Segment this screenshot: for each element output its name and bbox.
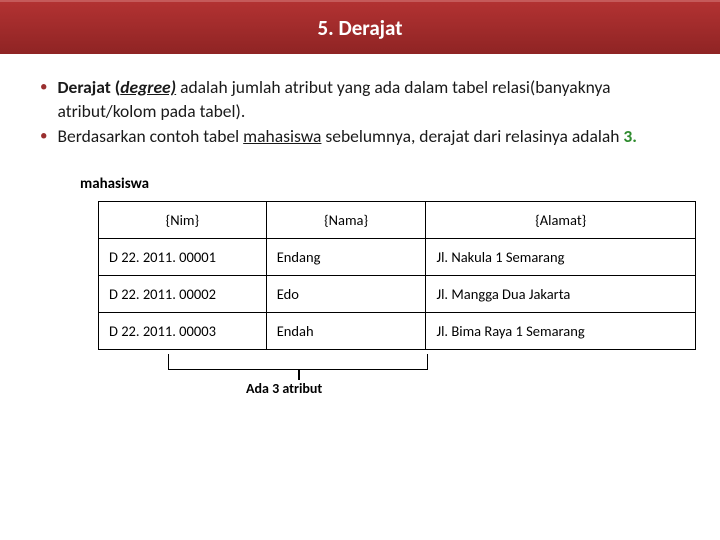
cell-alamat: Jl. Nakula 1 Semarang	[426, 238, 696, 275]
mahasiswa-table: {Nim} {Nama} {Alamat} D 22. 2011. 00001 …	[98, 201, 696, 350]
bullet-2: • Berdasarkan contoh tabel mahasiswa seb…	[36, 125, 684, 149]
bullet-2-value: 3.	[623, 125, 637, 147]
bullet-1: • Derajat (degree) adalah jumlah atribut…	[36, 76, 684, 123]
table-row: D 22. 2011. 00002 Edo Jl. Mangga Dua Jak…	[99, 275, 696, 312]
bullet-1-italic: degree)	[120, 76, 176, 98]
bracket-stem	[298, 370, 300, 380]
cell-nama: Endang	[266, 238, 426, 275]
bracket-shape	[168, 354, 428, 370]
table-row: D 22. 2011. 00001 Endang Jl. Nakula 1 Se…	[99, 238, 696, 275]
bullet-dot-icon: •	[40, 76, 47, 123]
bullet-1-bold: Derajat (	[57, 76, 120, 98]
cell-alamat: Jl. Bima Raya 1 Semarang	[426, 312, 696, 349]
bullet-2-pre: Berdasarkan contoh tabel	[57, 125, 243, 147]
slide-title: 5. Derajat	[318, 15, 403, 41]
bullet-dot-icon: •	[40, 125, 47, 149]
col-header-nim: {Nim}	[99, 201, 267, 238]
slide-header: 5. Derajat	[0, 0, 720, 54]
cell-nama: Endah	[266, 312, 426, 349]
table-header-row: {Nim} {Nama} {Alamat}	[99, 201, 696, 238]
table-row: D 22. 2011. 00003 Endah Jl. Bima Raya 1 …	[99, 312, 696, 349]
cell-nim: D 22. 2011. 00002	[99, 275, 267, 312]
bullet-2-text: Berdasarkan contoh tabel mahasiswa sebel…	[57, 125, 636, 149]
table-label: mahasiswa	[80, 175, 684, 193]
cell-nim: D 22. 2011. 00003	[99, 312, 267, 349]
bullet-list: • Derajat (degree) adalah jumlah atribut…	[36, 76, 684, 149]
cell-alamat: Jl. Mangga Dua Jakarta	[426, 275, 696, 312]
slide-content: • Derajat (degree) adalah jumlah atribut…	[0, 54, 720, 400]
col-header-alamat: {Alamat}	[426, 201, 696, 238]
bullet-1-text: Derajat (degree) adalah jumlah atribut y…	[57, 76, 684, 123]
bullet-2-under: mahasiswa	[243, 125, 321, 147]
bracket-label: Ada 3 atribut	[246, 380, 322, 397]
bullet-2-mid: sebelumnya, derajat dari relasinya adala…	[321, 125, 623, 147]
bracket-annotation: Ada 3 atribut	[98, 350, 696, 400]
cell-nim: D 22. 2011. 00001	[99, 238, 267, 275]
cell-nama: Edo	[266, 275, 426, 312]
col-header-nama: {Nama}	[266, 201, 426, 238]
